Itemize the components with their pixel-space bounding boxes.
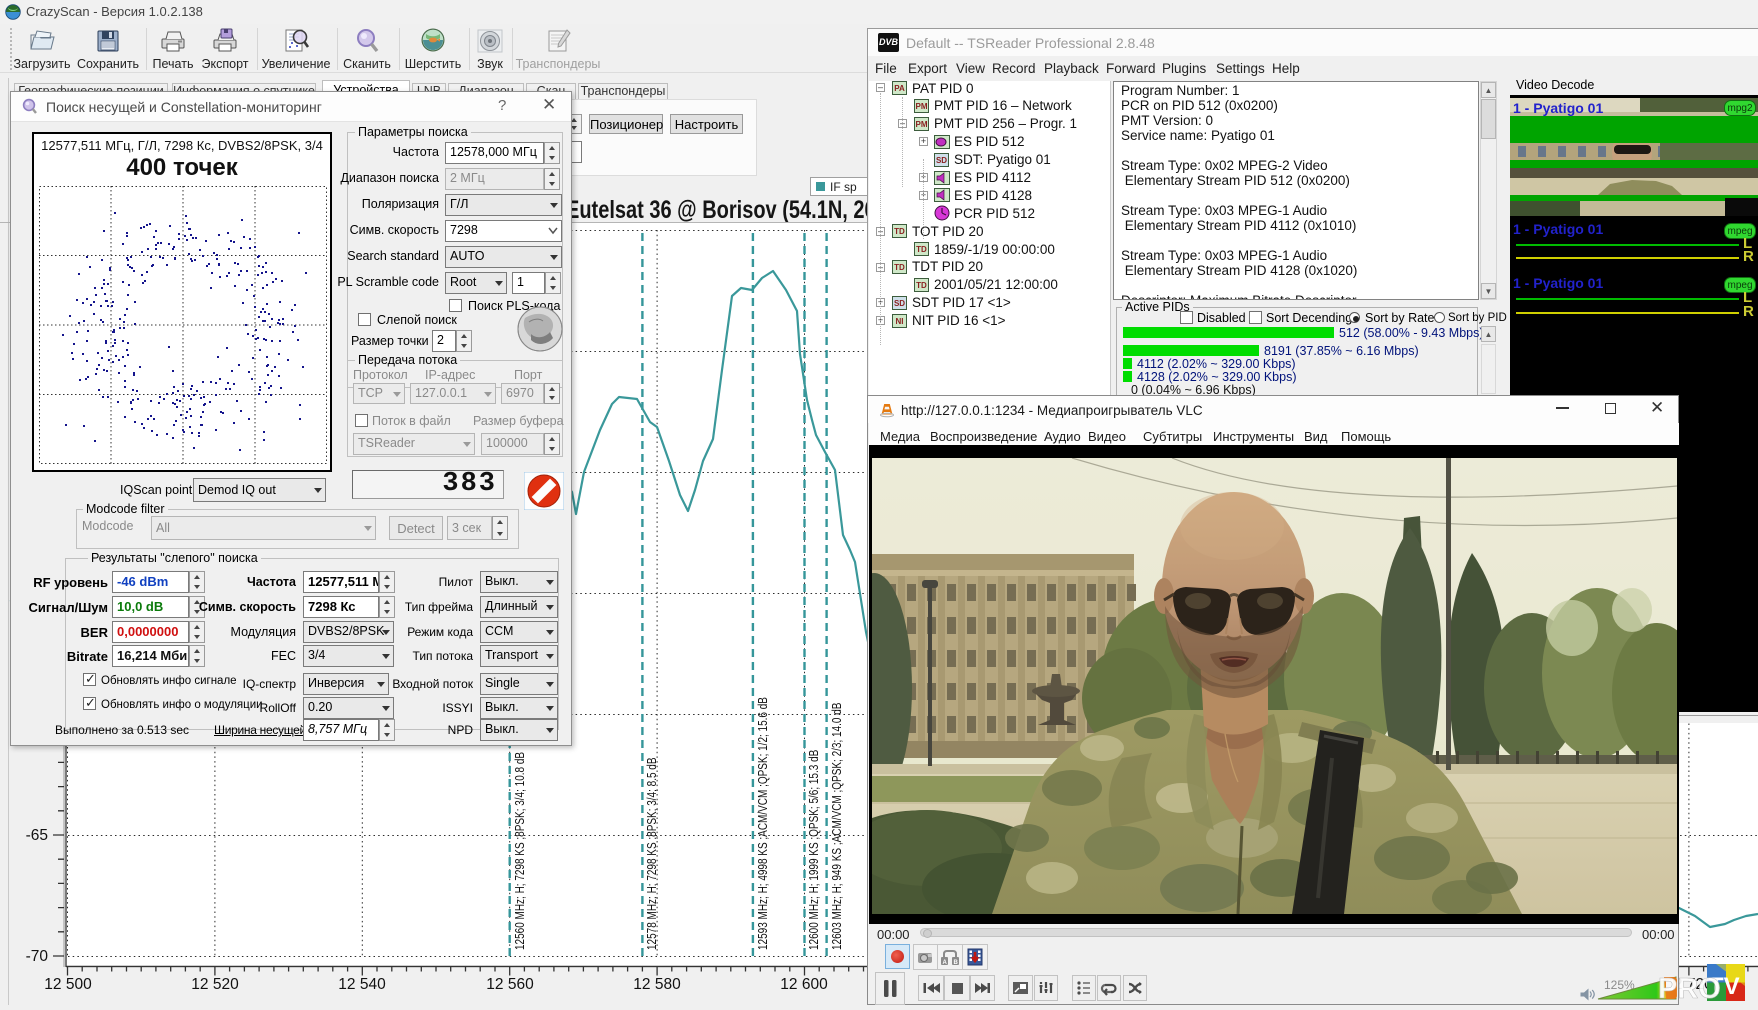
svg-text:PRO: PRO — [1658, 973, 1721, 1005]
svg-text:B: B — [954, 960, 959, 966]
svg-text:12600 MHz; H; 1999 KS ;QPSK; 5: 12600 MHz; H; 1999 KS ;QPSK; 5/6; 15.3 d… — [808, 750, 821, 950]
svg-text:12 600: 12 600 — [780, 976, 828, 993]
svg-text:12 520: 12 520 — [191, 976, 239, 993]
svg-text:A: A — [943, 960, 948, 966]
svg-text:12603 MHz; H; 949 KS ;ACM/VCM: 12603 MHz; H; 949 KS ;ACM/VCM ;QPSK; 2/3… — [831, 703, 844, 950]
svg-text:12593 MHz; H; 4998 KS ;ACM/VCM: 12593 MHz; H; 4998 KS ;ACM/VCM ;QPSK; 1/… — [757, 697, 770, 950]
svg-text:12560 MHz; H; 7298 KS ;8PSK; 3: 12560 MHz; H; 7298 KS ;8PSK; 3/4; 10.8 d… — [514, 752, 527, 950]
svg-text:12 580: 12 580 — [633, 976, 681, 993]
svg-text:-70: -70 — [26, 948, 49, 965]
svg-text:12 560: 12 560 — [486, 976, 534, 993]
svg-text:12578 MHz; H; 7298 KS ;8PSK; 3: 12578 MHz; H; 7298 KS ;8PSK; 3/4; 8.5 dB — [646, 757, 659, 950]
svg-text:-65: -65 — [26, 827, 48, 844]
svg-text:12 540: 12 540 — [338, 976, 386, 993]
svg-text:12 500: 12 500 — [44, 976, 92, 993]
